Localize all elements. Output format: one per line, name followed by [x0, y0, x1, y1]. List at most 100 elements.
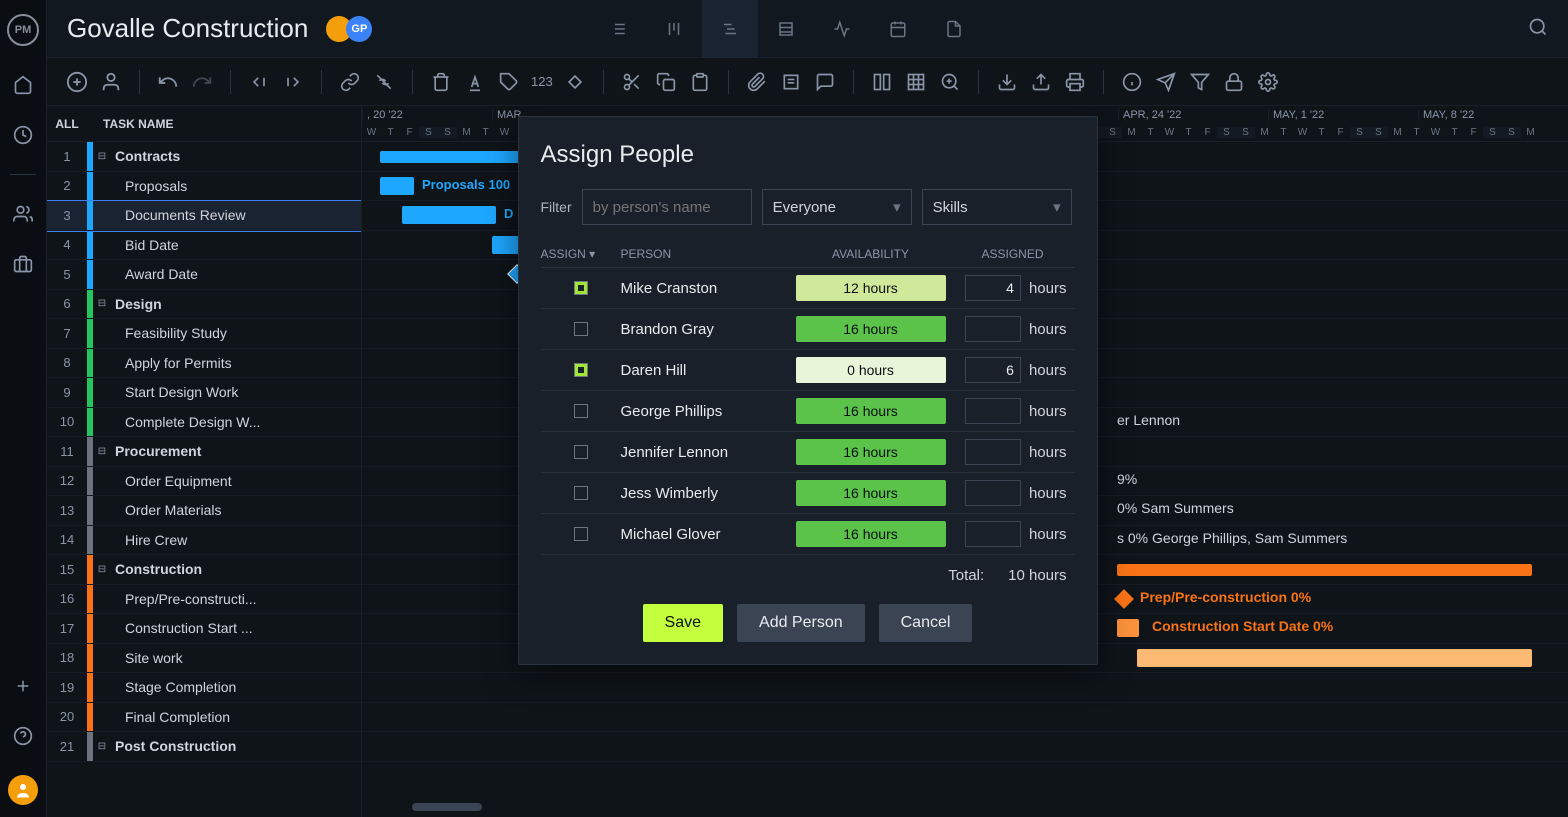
columns-icon[interactable]	[870, 70, 894, 94]
availability-pill: 16 hours	[796, 439, 946, 465]
person-row: Mike Cranston 12 hours hours	[541, 268, 1075, 309]
search-icon[interactable]	[1528, 17, 1548, 40]
person-name: George Phillips	[621, 403, 791, 420]
total-value: 10 hours	[1008, 567, 1066, 584]
link-icon[interactable]	[338, 70, 362, 94]
undo-icon[interactable]	[156, 70, 180, 94]
col-assign[interactable]: ASSIGN ▾	[541, 247, 621, 261]
briefcase-icon[interactable]	[12, 253, 34, 275]
trash-icon[interactable]	[429, 70, 453, 94]
app-logo[interactable]: PM	[7, 14, 39, 46]
copy-icon[interactable]	[654, 70, 678, 94]
assign-checkbox[interactable]	[574, 322, 588, 336]
assign-checkbox[interactable]	[574, 445, 588, 459]
filter-select-everyone[interactable]: Everyone	[762, 189, 912, 225]
assigned-hours-input[interactable]	[965, 275, 1021, 301]
availability-pill: 16 hours	[796, 398, 946, 424]
add-person-button[interactable]: Add Person	[737, 604, 865, 642]
person-name: Jess Wimberly	[621, 485, 791, 502]
person-name: Michael Glover	[621, 526, 791, 543]
person-row: Jess Wimberly 16 hours hours	[541, 473, 1075, 514]
col-availability: AVAILABILITY	[791, 247, 951, 261]
modal-backdrop: Assign People Filter Everyone Skills ASS…	[47, 106, 1568, 817]
person-row: Jennifer Lennon 16 hours hours	[541, 432, 1075, 473]
assigned-hours-input[interactable]	[965, 480, 1021, 506]
add-icon[interactable]	[12, 675, 34, 697]
person-name: Mike Cranston	[621, 280, 791, 297]
save-button[interactable]: Save	[643, 604, 723, 642]
assign-checkbox[interactable]	[574, 363, 588, 377]
view-calendar-icon[interactable]	[870, 0, 926, 58]
person-name: Daren Hill	[621, 362, 791, 379]
hours-label: hours	[1029, 403, 1067, 420]
add-person-icon[interactable]	[99, 70, 123, 94]
availability-pill: 16 hours	[796, 521, 946, 547]
zoom-icon[interactable]	[938, 70, 962, 94]
lock-icon[interactable]	[1222, 70, 1246, 94]
titlebar: Govalle Construction GP	[47, 0, 1568, 58]
view-sheet-icon[interactable]	[758, 0, 814, 58]
availability-pill: 16 hours	[796, 480, 946, 506]
assigned-hours-input[interactable]	[965, 316, 1021, 342]
info-icon[interactable]	[1120, 70, 1144, 94]
toolbar: 123	[47, 58, 1568, 106]
assign-checkbox[interactable]	[574, 281, 588, 295]
assigned-hours-input[interactable]	[965, 398, 1021, 424]
add-task-icon[interactable]	[65, 70, 89, 94]
assigned-hours-input[interactable]	[965, 521, 1021, 547]
user-avatar[interactable]	[8, 775, 38, 805]
tag-icon[interactable]	[497, 70, 521, 94]
hours-label: hours	[1029, 280, 1067, 297]
cancel-button[interactable]: Cancel	[879, 604, 973, 642]
assigned-hours-input[interactable]	[965, 439, 1021, 465]
view-file-icon[interactable]	[926, 0, 982, 58]
view-board-icon[interactable]	[646, 0, 702, 58]
hours-label: hours	[1029, 485, 1067, 502]
view-gantt-icon[interactable]	[702, 0, 758, 58]
view-activity-icon[interactable]	[814, 0, 870, 58]
export-icon[interactable]	[1029, 70, 1053, 94]
text-color-icon[interactable]	[463, 70, 487, 94]
attachment-icon[interactable]	[745, 70, 769, 94]
availability-pill: 12 hours	[796, 275, 946, 301]
settings-icon[interactable]	[1256, 70, 1280, 94]
team-badge[interactable]: GP	[326, 16, 372, 42]
total-label: Total:	[948, 567, 984, 584]
unlink-icon[interactable]	[372, 70, 396, 94]
people-icon[interactable]	[12, 203, 34, 225]
col-person: PERSON	[621, 247, 791, 261]
cut-icon[interactable]	[620, 70, 644, 94]
person-row: Michael Glover 16 hours hours	[541, 514, 1075, 555]
import-icon[interactable]	[995, 70, 1019, 94]
hours-label: hours	[1029, 444, 1067, 461]
col-assigned: ASSIGNED	[951, 247, 1075, 261]
grid-icon[interactable]	[904, 70, 928, 94]
filter-input[interactable]	[582, 189, 752, 225]
assign-checkbox[interactable]	[574, 527, 588, 541]
print-icon[interactable]	[1063, 70, 1087, 94]
filter-icon[interactable]	[1188, 70, 1212, 94]
diamond-icon[interactable]	[563, 70, 587, 94]
person-row: Brandon Gray 16 hours hours	[541, 309, 1075, 350]
note-icon[interactable]	[779, 70, 803, 94]
home-icon[interactable]	[12, 74, 34, 96]
redo-icon[interactable]	[190, 70, 214, 94]
comment-icon[interactable]	[813, 70, 837, 94]
assign-people-modal: Assign People Filter Everyone Skills ASS…	[518, 116, 1098, 665]
assigned-hours-input[interactable]	[965, 357, 1021, 383]
recent-icon[interactable]	[12, 124, 34, 146]
assign-checkbox[interactable]	[574, 404, 588, 418]
help-icon[interactable]	[12, 725, 34, 747]
person-row: Daren Hill 0 hours hours	[541, 350, 1075, 391]
modal-title: Assign People	[541, 141, 1075, 169]
filter-select-skills[interactable]: Skills	[922, 189, 1072, 225]
paste-icon[interactable]	[688, 70, 712, 94]
left-rail: PM	[0, 0, 47, 817]
filter-label: Filter	[541, 199, 572, 215]
view-list-icon[interactable]	[590, 0, 646, 58]
indent-icon[interactable]	[281, 70, 305, 94]
send-icon[interactable]	[1154, 70, 1178, 94]
toolbar-number: 123	[531, 74, 553, 89]
outdent-icon[interactable]	[247, 70, 271, 94]
assign-checkbox[interactable]	[574, 486, 588, 500]
